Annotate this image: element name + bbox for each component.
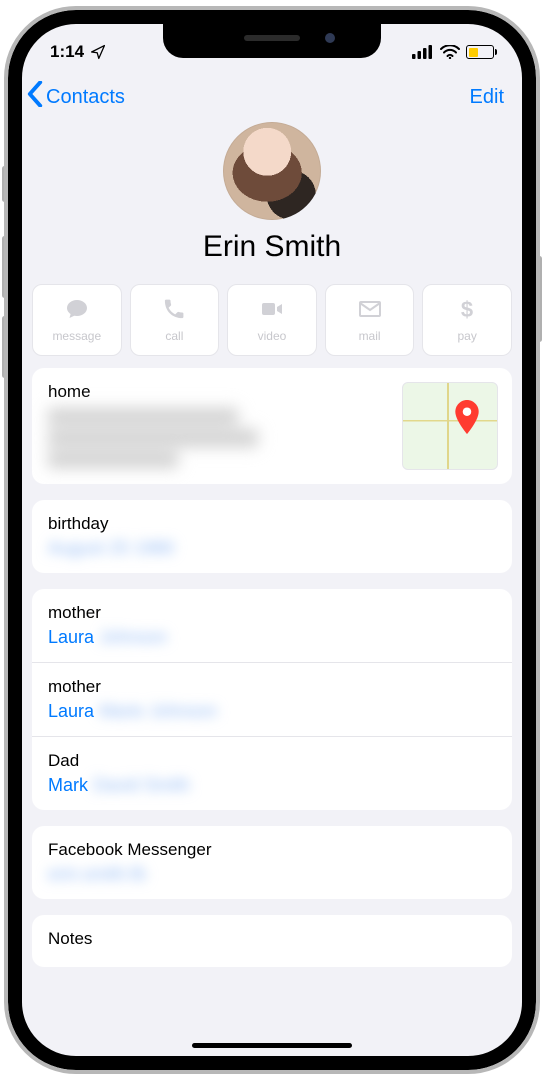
home-indicator[interactable] [192, 1043, 352, 1048]
notes-label: Notes [48, 929, 496, 949]
action-label: mail [359, 329, 381, 343]
social-card[interactable]: Facebook Messenger erin.smith.fb [32, 826, 512, 899]
relation-value: Laura Johnson [48, 627, 496, 648]
screen: 1:14 [22, 24, 522, 1056]
contact-avatar[interactable] [223, 122, 321, 220]
notes-card[interactable]: Notes [32, 915, 512, 967]
dollar-icon: $ [453, 297, 481, 324]
relation-value: Laura Marie Johnson [48, 701, 496, 722]
relation-label: mother [48, 677, 496, 697]
relation-row[interactable]: mother Laura Marie Johnson [32, 662, 512, 736]
back-label: Contacts [46, 86, 125, 109]
birthday-label: birthday [48, 514, 496, 534]
battery-icon [466, 45, 494, 59]
birthday-value-blurred: August 25 1980 [48, 538, 496, 559]
relation-value: Mark David Smith [48, 775, 496, 796]
nav-bar: Contacts Edit [22, 72, 522, 122]
action-label: message [52, 329, 101, 343]
pay-button[interactable]: $ pay [422, 284, 512, 356]
relation-rest-blurred: Marie Johnson [99, 701, 217, 721]
cellular-signal-icon [412, 45, 434, 59]
back-button[interactable]: Contacts [26, 81, 125, 113]
address-value-blurred [48, 408, 392, 468]
social-value-blurred: erin.smith.fb [48, 864, 496, 885]
mail-icon [356, 297, 384, 324]
contact-header: Erin Smith [22, 122, 522, 274]
phone-icon [160, 297, 188, 324]
action-label: video [258, 329, 287, 343]
relation-name: Laura [48, 627, 94, 647]
message-icon [63, 297, 91, 324]
contact-name: Erin Smith [203, 230, 341, 264]
chevron-left-icon [26, 81, 44, 113]
wifi-icon [440, 45, 460, 59]
address-card[interactable]: home [32, 368, 512, 484]
relation-label: Dad [48, 751, 496, 771]
relation-name: Mark [48, 775, 88, 795]
address-label: home [48, 382, 392, 402]
volume-down-button [2, 316, 7, 378]
social-label: Facebook Messenger [48, 840, 496, 860]
relation-rest-blurred: David Smith [93, 775, 190, 795]
power-button [537, 256, 542, 342]
device-notch [163, 24, 381, 58]
status-time: 1:14 [50, 42, 84, 62]
edit-button[interactable]: Edit [470, 86, 512, 109]
relation-label: mother [48, 603, 496, 623]
volume-up-button [2, 236, 7, 298]
relation-rest-blurred: Johnson [99, 627, 167, 647]
relation-row[interactable]: Dad Mark David Smith [32, 736, 512, 810]
video-button[interactable]: video [227, 284, 317, 356]
video-icon [258, 297, 286, 324]
map-pin-icon [454, 400, 480, 439]
svg-text:$: $ [461, 297, 473, 321]
location-arrow-icon [90, 44, 106, 60]
relation-row[interactable]: mother Laura Johnson [32, 589, 512, 662]
relation-name: Laura [48, 701, 94, 721]
mute-switch [2, 166, 7, 202]
message-button[interactable]: message [32, 284, 122, 356]
action-button-row: message call video mail [22, 274, 522, 368]
relations-card: mother Laura Johnson mother Laura Marie … [32, 589, 512, 810]
action-label: call [165, 329, 183, 343]
call-button[interactable]: call [130, 284, 220, 356]
birthday-card[interactable]: birthday August 25 1980 [32, 500, 512, 573]
action-label: pay [457, 329, 476, 343]
iphone-device-frame: 1:14 [4, 6, 540, 1074]
mail-button[interactable]: mail [325, 284, 415, 356]
detail-cards: home birthday August 25 19 [22, 368, 522, 967]
map-thumbnail[interactable] [402, 382, 498, 470]
